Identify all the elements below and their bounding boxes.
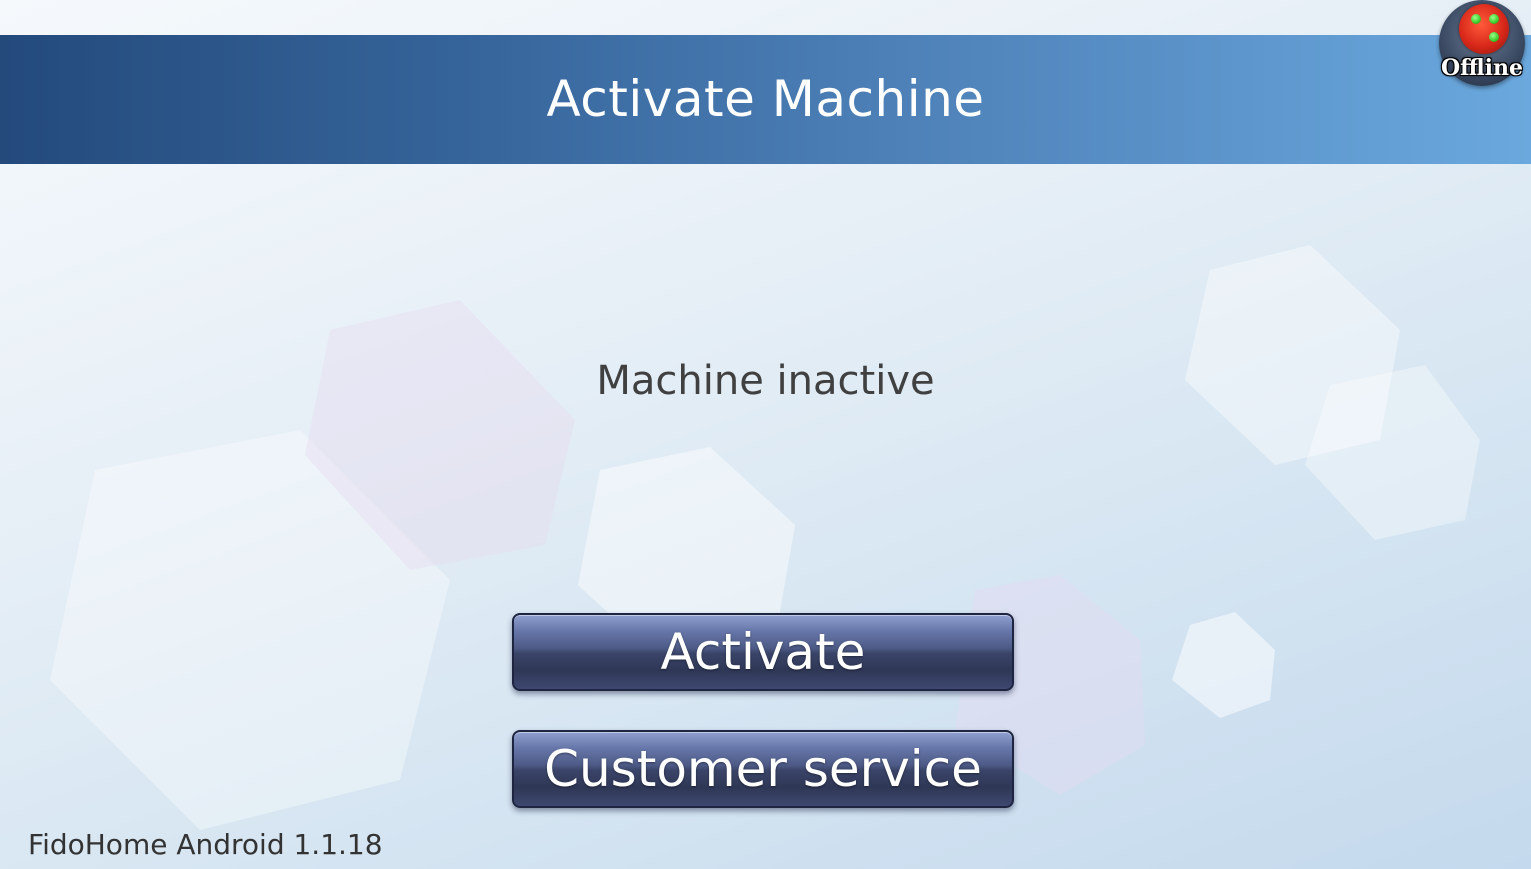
page-title: Activate Machine: [546, 69, 985, 128]
customer-service-button[interactable]: Customer service: [512, 730, 1014, 808]
status-label: Offline: [1440, 55, 1524, 81]
green-dot-icon: [1489, 14, 1499, 24]
connection-status-badge[interactable]: Offline: [1436, 0, 1528, 86]
header-bar: Activate Machine: [0, 35, 1531, 164]
app-version: FidoHome Android 1.1.18: [28, 828, 383, 861]
red-light-icon: [1459, 4, 1509, 54]
machine-status-text: Machine inactive: [596, 358, 935, 404]
green-dot-icon: [1471, 14, 1481, 24]
activate-button[interactable]: Activate: [512, 613, 1014, 691]
green-dot-icon: [1489, 32, 1499, 42]
